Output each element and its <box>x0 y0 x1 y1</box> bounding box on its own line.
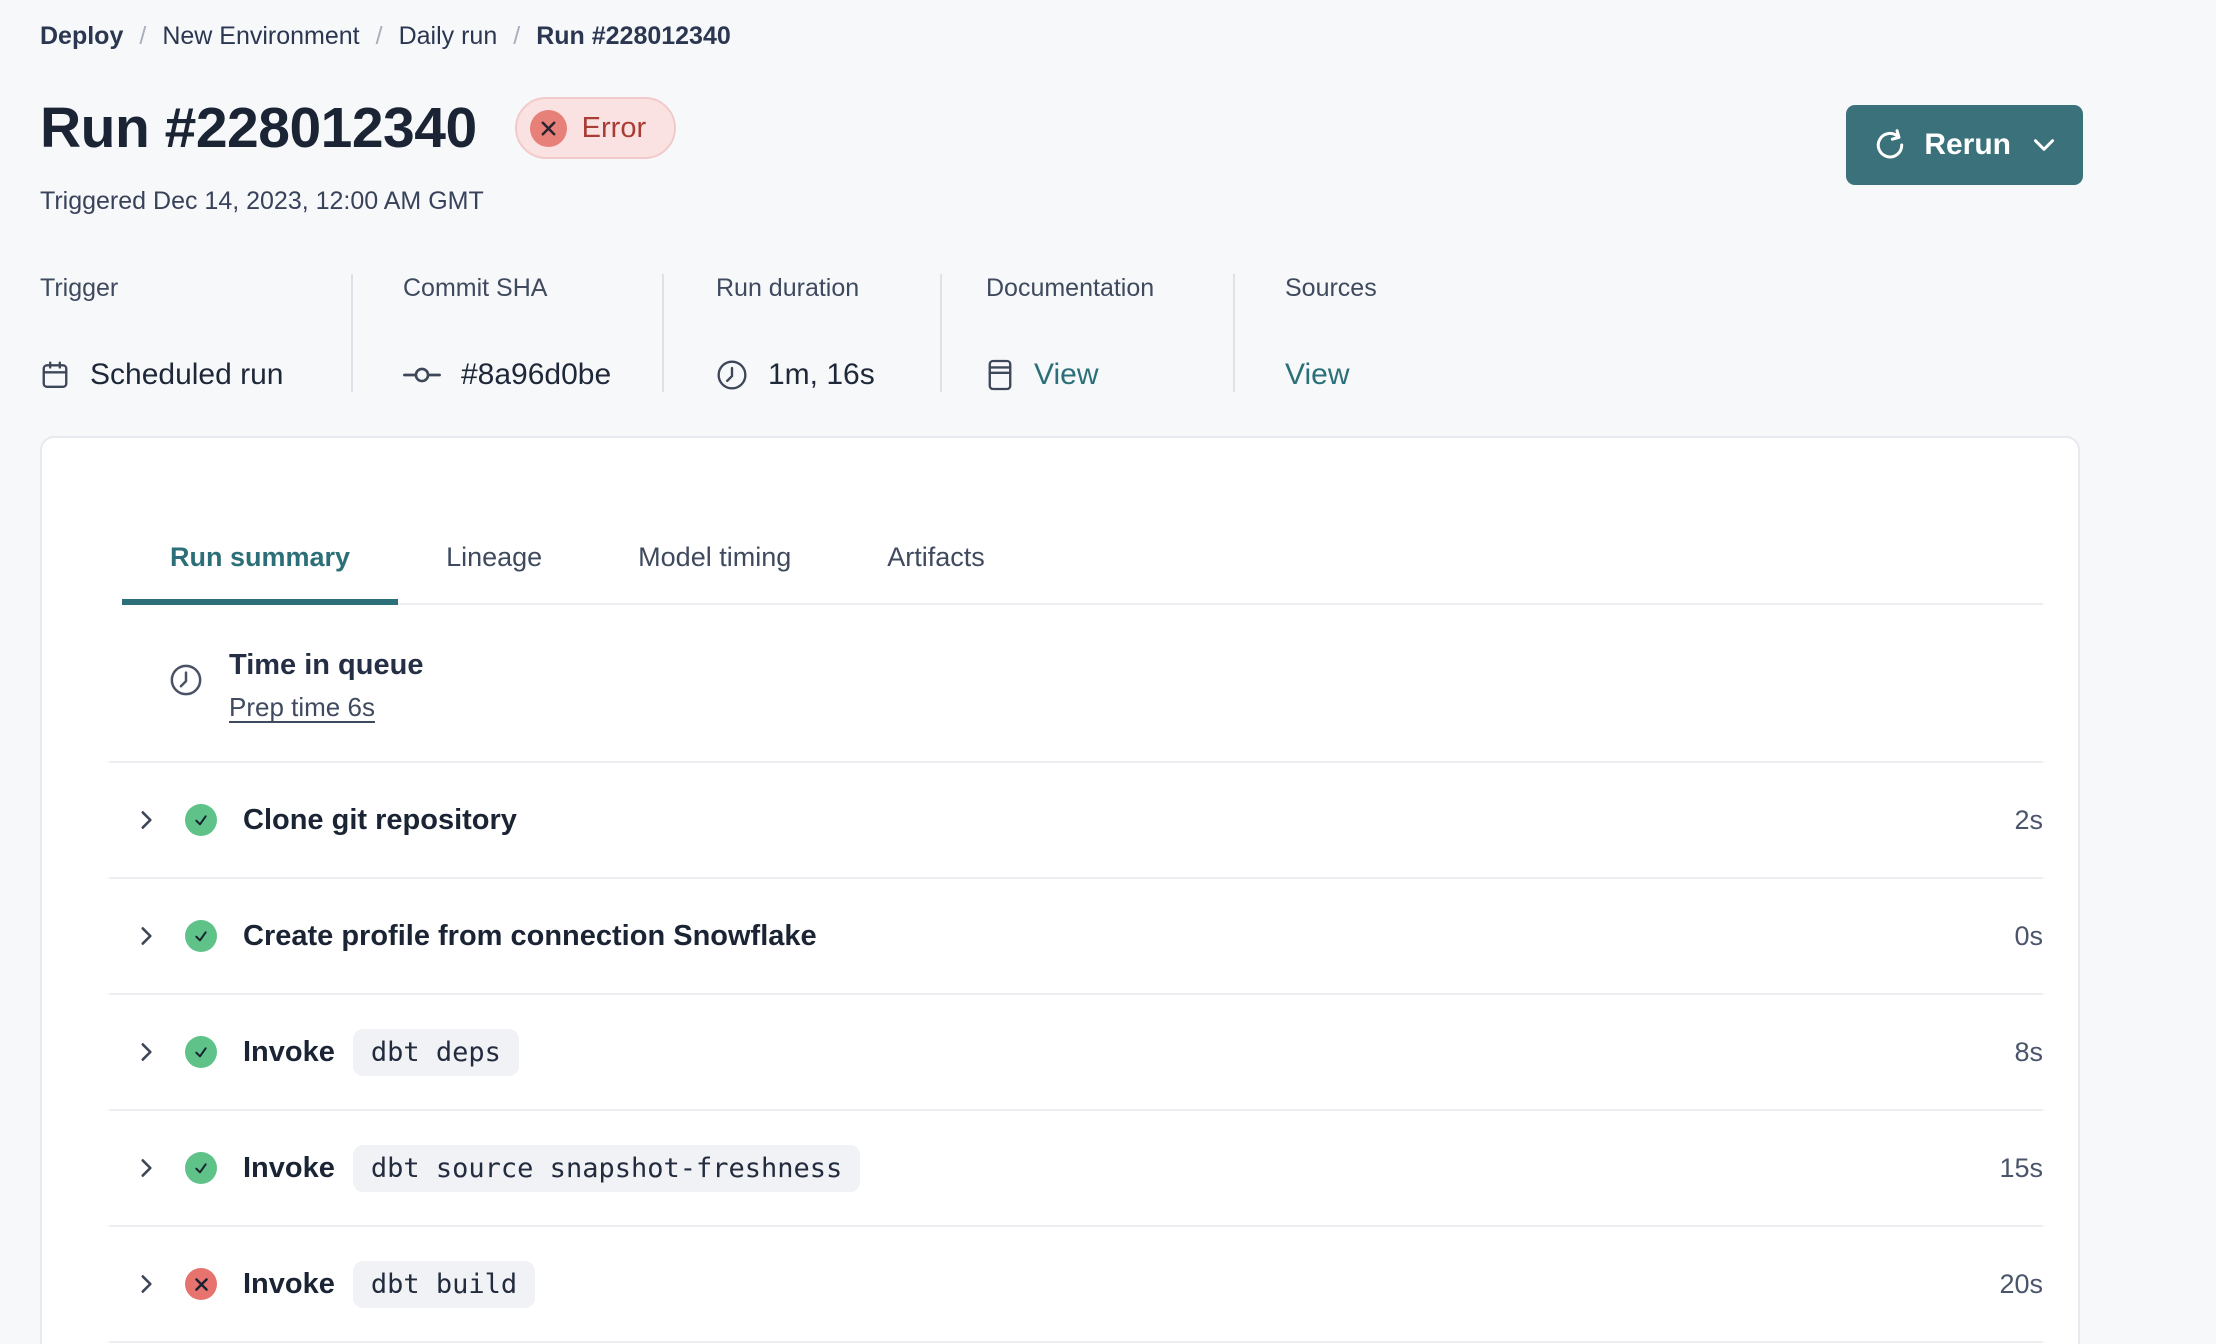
time-in-queue-title: Time in queue <box>229 649 424 681</box>
meta-col-commit-sha: Commit SHA #8a96d0be <box>351 274 662 392</box>
calendar-icon <box>40 360 70 390</box>
step-row[interactable]: Create profile from connection Snowflake… <box>109 879 2043 995</box>
time-in-queue-text: Time in queue Prep time 6s <box>229 649 423 723</box>
meta-value-text: 1m, 16s <box>768 358 875 391</box>
step-label: Clone git repository <box>243 803 517 836</box>
run-meta-row: Trigger Scheduled run Commit SHA #8a96d0be R… <box>40 274 2216 392</box>
rerun-button[interactable]: Rerun <box>1846 105 2083 185</box>
status-badge-label: Error <box>581 111 647 144</box>
step-command-chip: dbt source snapshot-freshness <box>352 1144 861 1192</box>
tab-lineage[interactable]: Lineage <box>398 530 590 603</box>
meta-value-text: View <box>1034 358 1099 391</box>
meta-value: Scheduled run <box>40 358 351 392</box>
step-duration: 0s <box>2014 920 2043 951</box>
meta-value: 1m, 16s <box>716 358 940 392</box>
meta-col-trigger: Trigger Scheduled run <box>40 274 351 392</box>
step-row[interactable]: Clone git repository 2s <box>109 763 2043 879</box>
meta-col-run-duration: Run duration 1m, 16s <box>662 274 940 392</box>
error-x-icon <box>185 1268 217 1300</box>
meta-label: Documentation <box>986 274 1155 302</box>
clock-icon <box>169 663 203 697</box>
success-check-icon <box>185 1036 217 1068</box>
meta-value: #8a96d0be <box>403 358 662 392</box>
error-circle-icon <box>529 109 567 147</box>
meta-label: Run duration <box>716 274 860 302</box>
status-badge: Error <box>514 97 677 159</box>
prep-time-link[interactable]: Prep time 6s <box>229 692 375 723</box>
breadcrumb-separator: / <box>513 22 521 50</box>
rerun-button-label: Rerun <box>1924 128 2011 161</box>
success-check-icon <box>185 804 217 836</box>
chevron-right-icon[interactable] <box>133 807 159 833</box>
breadcrumb-separator: / <box>375 22 383 50</box>
step-duration: 15s <box>1999 1152 2043 1183</box>
meta-label: Trigger <box>40 274 119 302</box>
run-detail-page: Deploy / New Environment / Daily run / Run #22… <box>0 0 2216 1344</box>
clock-icon <box>716 359 748 391</box>
breadcrumb-item[interactable]: Daily run <box>399 22 498 51</box>
step-label: Invoke <box>243 1151 335 1184</box>
commit-icon <box>403 364 441 386</box>
title-block: Run #228012340 Error Triggered Dec 14, 2… <box>40 95 677 216</box>
meta-label: Sources <box>1285 274 1377 302</box>
meta-view-link[interactable]: View <box>986 358 1233 392</box>
step-row[interactable]: Invoke dbt build 20s <box>109 1227 2043 1343</box>
tab-artifacts[interactable]: Artifacts <box>839 530 1033 603</box>
chevron-right-icon[interactable] <box>133 1039 159 1065</box>
step-command-chip: dbt deps <box>352 1028 519 1076</box>
tab-bar: Run summary Lineage Model timing Artifacts <box>122 530 2043 605</box>
refresh-icon <box>1874 129 1906 161</box>
breadcrumb-item: Run #228012340 <box>536 22 731 50</box>
success-check-icon <box>185 1152 217 1184</box>
triggered-timestamp: Triggered Dec 14, 2023, 12:00 AM GMT <box>40 187 484 215</box>
page-title: Run #228012340 <box>40 96 477 160</box>
step-duration: 2s <box>2014 804 2043 835</box>
chevron-right-icon[interactable] <box>133 1271 159 1297</box>
meta-label: Commit SHA <box>403 274 548 302</box>
chevron-down-icon[interactable] <box>2033 138 2055 152</box>
breadcrumb-item[interactable]: New Environment <box>162 22 359 51</box>
book-icon <box>986 358 1014 392</box>
tab-model-timing[interactable]: Model timing <box>590 530 839 603</box>
chevron-right-icon[interactable] <box>133 1155 159 1181</box>
meta-value-text: Scheduled run <box>90 358 284 391</box>
steps-list: Clone git repository 2s Create profile fro… <box>42 763 2078 1343</box>
chevron-right-icon[interactable] <box>133 923 159 949</box>
step-label: Invoke <box>243 1267 335 1300</box>
breadcrumb: Deploy / New Environment / Daily run / Run #22… <box>40 22 2216 51</box>
step-duration: 8s <box>2014 1036 2043 1067</box>
meta-view-link[interactable]: View <box>1285 358 1377 392</box>
page-header: Run #228012340 Error Triggered Dec 14, 2… <box>40 95 2083 216</box>
tab-run-summary[interactable]: Run summary <box>122 530 399 605</box>
meta-value-text: #8a96d0be <box>461 358 612 391</box>
meta-col-documentation: Documentation View <box>940 274 1233 392</box>
step-label: Invoke <box>243 1035 335 1068</box>
step-label: Create profile from connection Snowflake <box>243 919 817 952</box>
step-row[interactable]: Invoke dbt source snapshot-freshness 15s <box>109 1111 2043 1227</box>
breadcrumb-item[interactable]: Deploy <box>40 22 123 51</box>
run-summary-card: Run summary Lineage Model timing Artifacts … <box>40 436 2080 1344</box>
step-duration: 20s <box>1999 1268 2043 1299</box>
breadcrumb-separator: / <box>139 22 147 50</box>
meta-value-text: View <box>1285 358 1350 391</box>
step-row[interactable]: Invoke dbt deps 8s <box>109 995 2043 1111</box>
time-in-queue-section: Time in queue Prep time 6s <box>109 605 2043 763</box>
success-check-icon <box>185 920 217 952</box>
meta-col-sources: Sources View <box>1233 274 1377 392</box>
step-command-chip: dbt build <box>352 1260 536 1308</box>
